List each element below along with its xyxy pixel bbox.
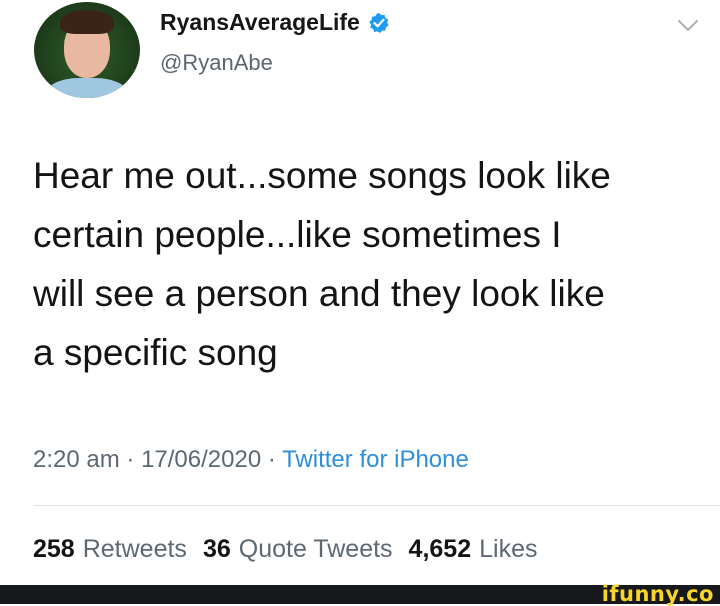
tweet-stats: 258 Retweets 36 Quote Tweets 4,652 Likes [33,535,543,564]
display-name[interactable]: RyansAverageLife [160,9,360,36]
tweet-text-line: certain people...like sometimes I [33,214,562,255]
quote-tweets-label: Quote Tweets [238,535,393,563]
tweet-text-line: Hear me out...some songs look like [33,155,611,196]
tweet-source-link[interactable]: Twitter for iPhone [282,446,469,473]
tweet-card: RyansAverageLife @RyanAbe Hear me out...… [0,0,720,585]
avatar[interactable] [34,2,140,98]
chevron-down-icon[interactable] [676,18,700,34]
verified-badge-icon [368,12,390,34]
meta-separator: · [267,446,276,473]
user-handle[interactable]: @RyanAbe [160,50,273,76]
display-name-row[interactable]: RyansAverageLife [160,9,390,36]
avatar-hair [60,10,114,34]
tweet-time[interactable]: 2:20 am [33,446,120,473]
ifunny-watermark: ifunny.co [601,582,714,606]
tweet-date[interactable]: 17/06/2020 [141,446,261,473]
watermark-bar: ifunny.co [0,582,720,606]
likes-label: Likes [479,535,538,563]
quote-tweets-count: 36 [202,535,231,563]
tweet-text-line: a specific song [33,332,278,373]
retweets-count: 258 [33,535,75,563]
retweets-stat[interactable]: 258 Retweets [33,535,187,564]
tweet-text-line: will see a person and they look like [33,273,605,314]
likes-stat[interactable]: 4,652 Likes [409,535,538,564]
likes-count: 4,652 [408,535,472,563]
avatar-shirt [46,78,128,98]
tweet-text: Hear me out...some songs look like certa… [33,146,703,382]
divider [34,505,720,506]
retweets-label: Retweets [82,535,187,563]
tweet-metadata: 2:20 am · 17/06/2020 · Twitter for iPhon… [33,446,469,474]
meta-separator: · [126,446,135,473]
quote-tweets-stat[interactable]: 36 Quote Tweets [203,535,393,564]
